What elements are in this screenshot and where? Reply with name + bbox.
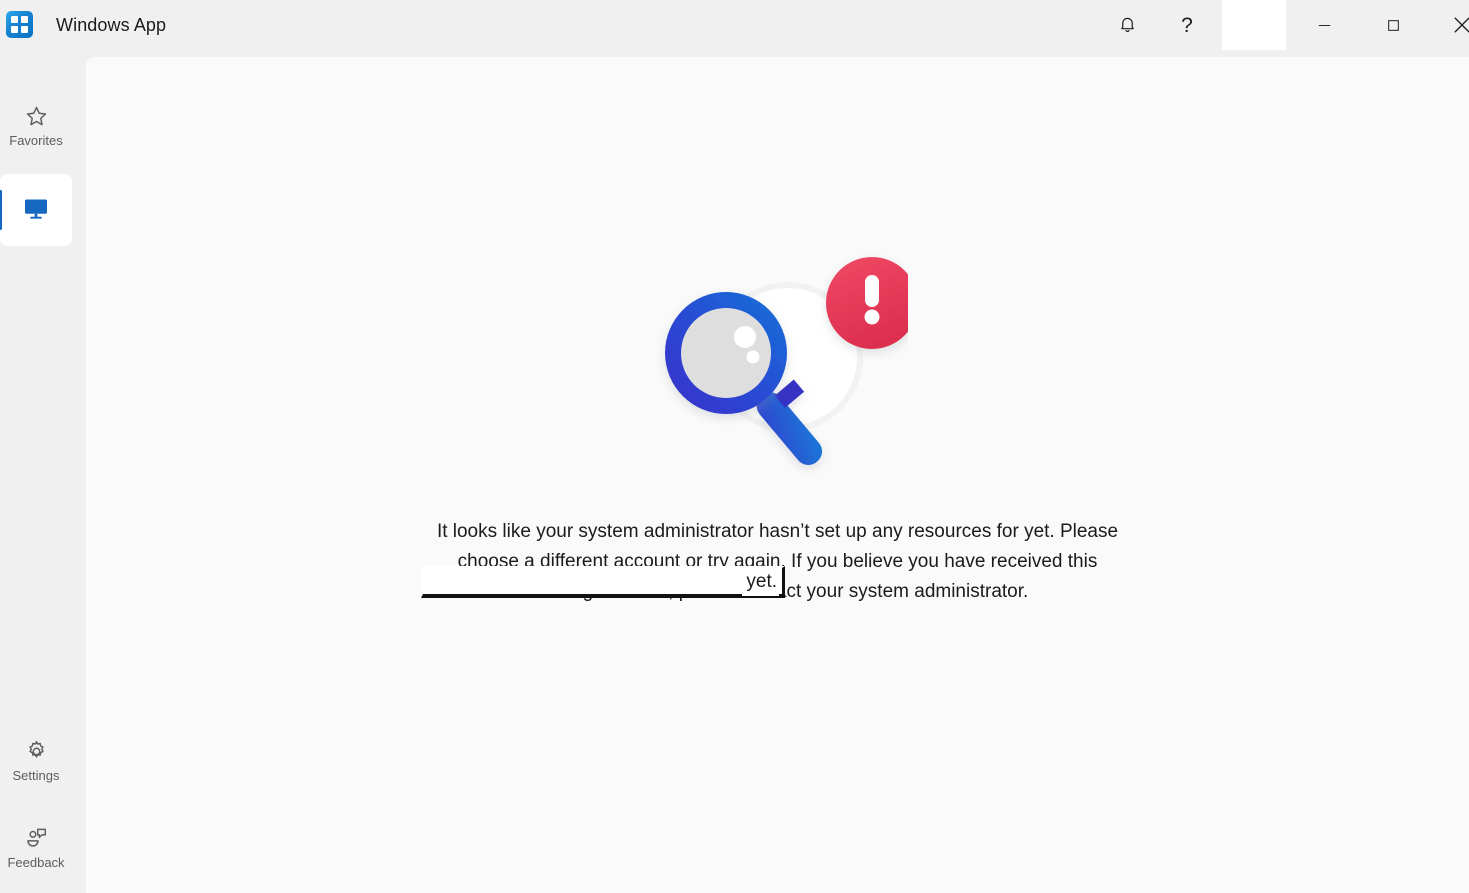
minimize-button[interactable]: [1301, 0, 1347, 50]
redaction-overlay: yet.: [421, 566, 785, 598]
question-mark-icon: ?: [1181, 13, 1193, 37]
sidebar-item-devices[interactable]: [0, 174, 72, 246]
maximize-button[interactable]: [1370, 0, 1416, 50]
redaction-kept-word: yet.: [742, 568, 779, 596]
sidebar-item-label-settings: Settings: [12, 768, 60, 783]
windows-grid-icon: [6, 11, 33, 38]
notifications-button[interactable]: [1104, 0, 1150, 50]
selection-indicator: [0, 190, 2, 230]
sidebar: Favorites Settings Feedback: [0, 50, 86, 893]
main-content: It looks like your system administrator …: [86, 57, 1469, 893]
minimize-icon: [1316, 17, 1333, 34]
app-title: Windows App: [56, 15, 167, 35]
gear-icon: [24, 736, 49, 766]
help-button[interactable]: ?: [1164, 0, 1210, 50]
star-icon: [24, 101, 49, 131]
sidebar-item-favorites[interactable]: Favorites: [0, 90, 72, 160]
sidebar-item-feedback[interactable]: Feedback: [0, 812, 72, 882]
title-bar: Windows App ?: [0, 0, 1469, 50]
bell-icon: [1118, 16, 1137, 35]
close-button[interactable]: [1439, 0, 1469, 50]
feedback-person-icon: [24, 823, 49, 853]
windows-app-window: Windows App ? Favorites Settings Feedbac…: [0, 0, 1469, 893]
close-icon: [1451, 14, 1469, 36]
sidebar-item-label-feedback: Feedback: [7, 855, 65, 870]
account-button-redacted[interactable]: [1222, 0, 1286, 50]
maximize-icon: [1385, 17, 1402, 34]
monitor-icon: [21, 194, 51, 224]
sidebar-item-label-favorites: Favorites: [9, 133, 63, 148]
magnifier-error-illustration: [648, 247, 918, 487]
sidebar-item-settings[interactable]: Settings: [0, 725, 72, 795]
